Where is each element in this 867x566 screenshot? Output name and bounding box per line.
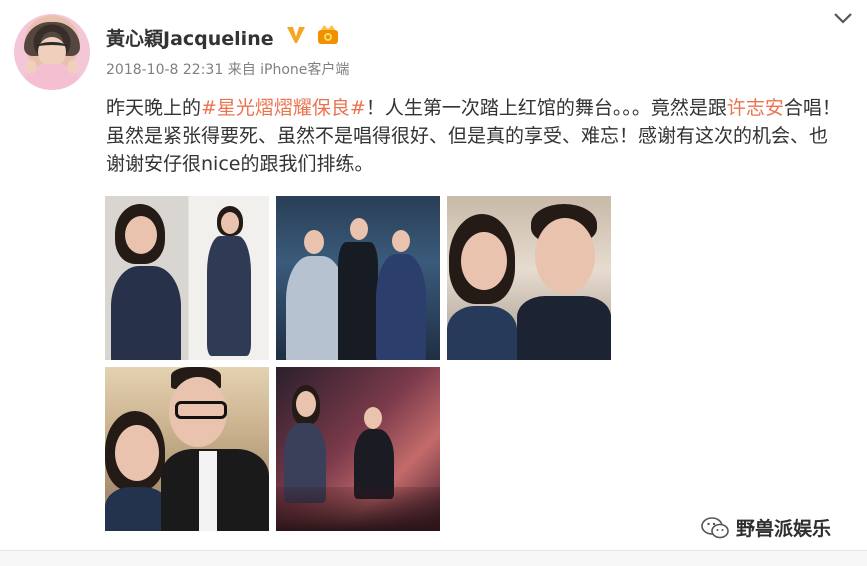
watermark: 野兽派娱乐 <box>700 514 831 541</box>
wechat-icon <box>701 516 729 538</box>
post-meta: 2018-10-8 22:31 来自 iPhone客户端 <box>106 59 349 79</box>
photo-5[interactable] <box>276 367 440 531</box>
post-text: 昨天晚上的#星光熠熠耀保良#！人生第一次踏上红馆的舞台。。。竟然是跟许志安合唱！… <box>106 94 846 178</box>
watermark-text: 野兽派娱乐 <box>736 518 832 540</box>
photo-1[interactable] <box>105 196 269 360</box>
hashtag-link[interactable]: #星光熠熠耀保良# <box>201 97 366 119</box>
mention-link[interactable]: 许志安 <box>727 97 784 119</box>
chevron-down-icon[interactable] <box>834 12 852 24</box>
post-timestamp[interactable]: 2018-10-8 22:31 <box>106 62 223 78</box>
avatar[interactable] <box>14 14 90 90</box>
footer-strip <box>0 551 867 566</box>
verified-v-icon <box>287 27 305 43</box>
post-text-part1: 昨天晚上的 <box>106 97 202 119</box>
photo-2[interactable] <box>276 196 440 360</box>
post-text-part2: ！人生第一次踏上红馆的舞台。。。竟然是跟 <box>365 97 727 119</box>
post-source: 来自 iPhone客户端 <box>227 62 350 78</box>
photo-4[interactable] <box>105 367 269 531</box>
username[interactable]: 黃心穎Jacqueline <box>106 24 274 51</box>
photo-3[interactable] <box>447 196 611 360</box>
member-badge-icon[interactable] <box>316 24 340 46</box>
